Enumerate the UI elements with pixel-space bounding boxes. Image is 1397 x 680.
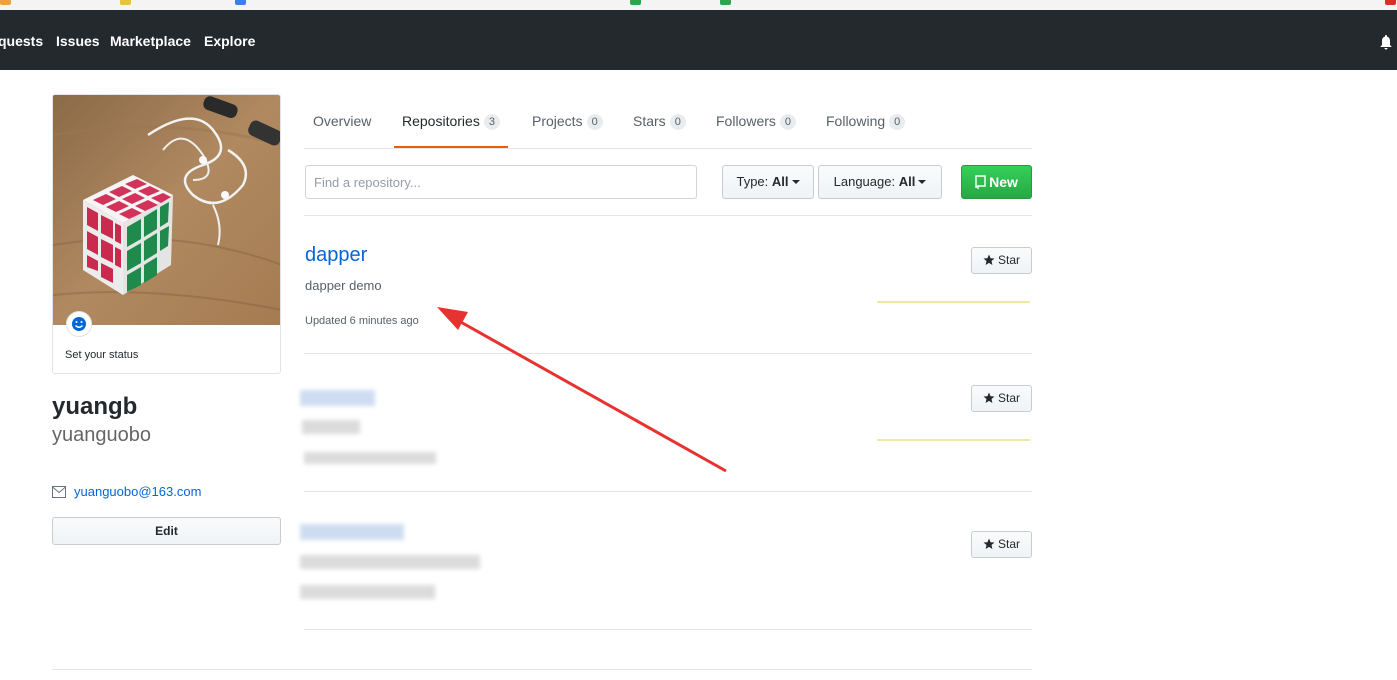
notifications-bell-icon[interactable] (1378, 34, 1394, 50)
star-button[interactable]: Star (971, 247, 1032, 274)
bookmark-item[interactable] (630, 0, 645, 7)
tab-label: Followers (716, 113, 776, 129)
find-repository-input[interactable] (305, 165, 697, 199)
profile-fullname: yuangb (52, 393, 138, 420)
nav-issues[interactable]: Issues (56, 33, 100, 49)
caret-down-icon (918, 180, 927, 184)
repo-description (302, 420, 360, 434)
status-emoji-icon[interactable] (66, 311, 92, 337)
site-header: quests Issues Marketplace Explore (0, 10, 1397, 70)
tab-followers[interactable]: Followers 0 (716, 100, 797, 148)
tab-overview[interactable]: Overview (313, 100, 371, 148)
tab-repositories[interactable]: Repositories 3 (394, 100, 508, 148)
repo-updated-time (304, 452, 436, 464)
bookmark-item[interactable] (1385, 0, 1397, 7)
email-link[interactable]: yuanguobo@163.com (74, 484, 201, 499)
set-status-link[interactable]: Set your status (65, 349, 138, 361)
footer-divider (52, 669, 1032, 670)
repo-icon (975, 175, 986, 189)
bookmarks-bar (0, 0, 1397, 10)
new-button-label: New (989, 174, 1018, 190)
repo-updated-time (300, 585, 435, 599)
activity-sparkline (877, 439, 1030, 441)
avatar[interactable] (53, 95, 280, 325)
profile-email[interactable]: yuanguobo@163.com (52, 484, 201, 499)
bookmark-item[interactable] (235, 0, 250, 7)
nav-explore[interactable]: Explore (204, 33, 255, 49)
repo-list-item: Star (300, 492, 1032, 630)
mail-icon (52, 485, 66, 498)
tab-count: 3 (483, 114, 500, 130)
new-repository-button[interactable]: New (961, 165, 1032, 199)
star-icon (983, 392, 995, 403)
type-filter-select[interactable]: Type: All (722, 165, 814, 199)
star-button[interactable]: Star (971, 531, 1032, 558)
tab-count: 0 (889, 114, 906, 130)
profile-username: yuanguobo (52, 424, 151, 446)
repo-description (300, 555, 480, 569)
language-filter-select[interactable]: Language: All (818, 165, 942, 199)
repo-description: dapper demo (305, 278, 382, 293)
type-filter-label: Type: (736, 174, 769, 189)
star-label: Star (997, 391, 1020, 405)
edit-profile-button[interactable]: Edit (52, 517, 281, 545)
tab-count: 0 (669, 114, 686, 130)
star-label: Star (997, 253, 1020, 267)
repo-name-link[interactable] (300, 524, 404, 540)
repo-updated-time: Updated 6 minutes ago (305, 315, 419, 327)
tab-label: Overview (313, 113, 372, 129)
star-button[interactable]: Star (971, 385, 1032, 412)
star-icon (983, 254, 995, 265)
tab-label: Following (826, 113, 886, 129)
repo-name-link[interactable] (300, 390, 375, 406)
tab-count: 0 (779, 114, 797, 130)
language-filter-label: Language: (833, 174, 896, 189)
bookmark-item[interactable] (120, 0, 135, 7)
tab-following[interactable]: Following 0 (826, 100, 906, 148)
tab-label: Repositories (402, 113, 480, 129)
star-label: Star (997, 537, 1020, 551)
tab-label: Stars (633, 113, 666, 129)
star-icon (983, 538, 995, 549)
activity-sparkline (877, 301, 1030, 303)
profile-avatar-card: Set your status (52, 94, 281, 374)
nav-pull-requests[interactable]: quests (0, 33, 43, 49)
profile-tabs: Overview Repositories 3 Projects 0 Stars 0 … (304, 100, 1032, 149)
tab-stars[interactable]: Stars 0 (633, 100, 686, 148)
repo-list-item: dapper dapper demo Updated 6 minutes ago… (304, 216, 1032, 354)
caret-down-icon (791, 180, 800, 184)
bookmark-item[interactable] (0, 0, 15, 7)
bookmark-item[interactable] (720, 0, 735, 7)
nav-marketplace[interactable]: Marketplace (110, 33, 191, 49)
repo-name-link[interactable]: dapper (305, 244, 367, 267)
language-filter-value: All (898, 174, 916, 189)
tab-projects[interactable]: Projects 0 (532, 100, 603, 148)
tab-label: Projects (532, 113, 583, 129)
tab-count: 0 (586, 114, 603, 130)
repo-list-item: Star (300, 354, 1032, 492)
type-filter-value: All (771, 174, 789, 189)
